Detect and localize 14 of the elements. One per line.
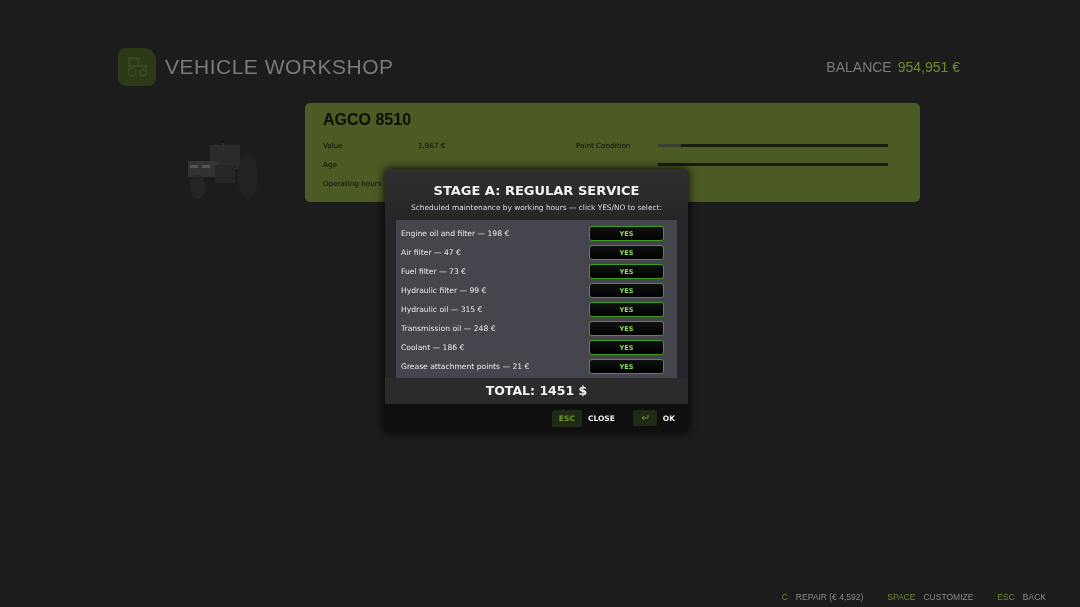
balance-label: BALANCE xyxy=(826,59,892,75)
key-hint: C xyxy=(781,592,788,602)
key-hint: SPACE xyxy=(887,592,916,602)
action-label[interactable]: CUSTOMIZE xyxy=(923,592,974,602)
vehicle-name: AGCO 8510 xyxy=(323,111,413,129)
dialog-title: STAGE A: REGULAR SERVICE xyxy=(432,183,641,198)
page-title: VEHICLE WORKSHOP xyxy=(165,55,394,79)
tractor-icon xyxy=(118,48,156,86)
balance-value: 954,951 € xyxy=(897,59,960,75)
enter-key-icon[interactable] xyxy=(632,410,657,426)
key-hint: ESC xyxy=(997,592,1015,602)
action-label[interactable]: BACK xyxy=(1022,592,1046,602)
action-label[interactable]: REPAIR (€ 4,592) xyxy=(795,592,864,602)
total-text: TOTAL: 1451 $ xyxy=(385,378,688,404)
